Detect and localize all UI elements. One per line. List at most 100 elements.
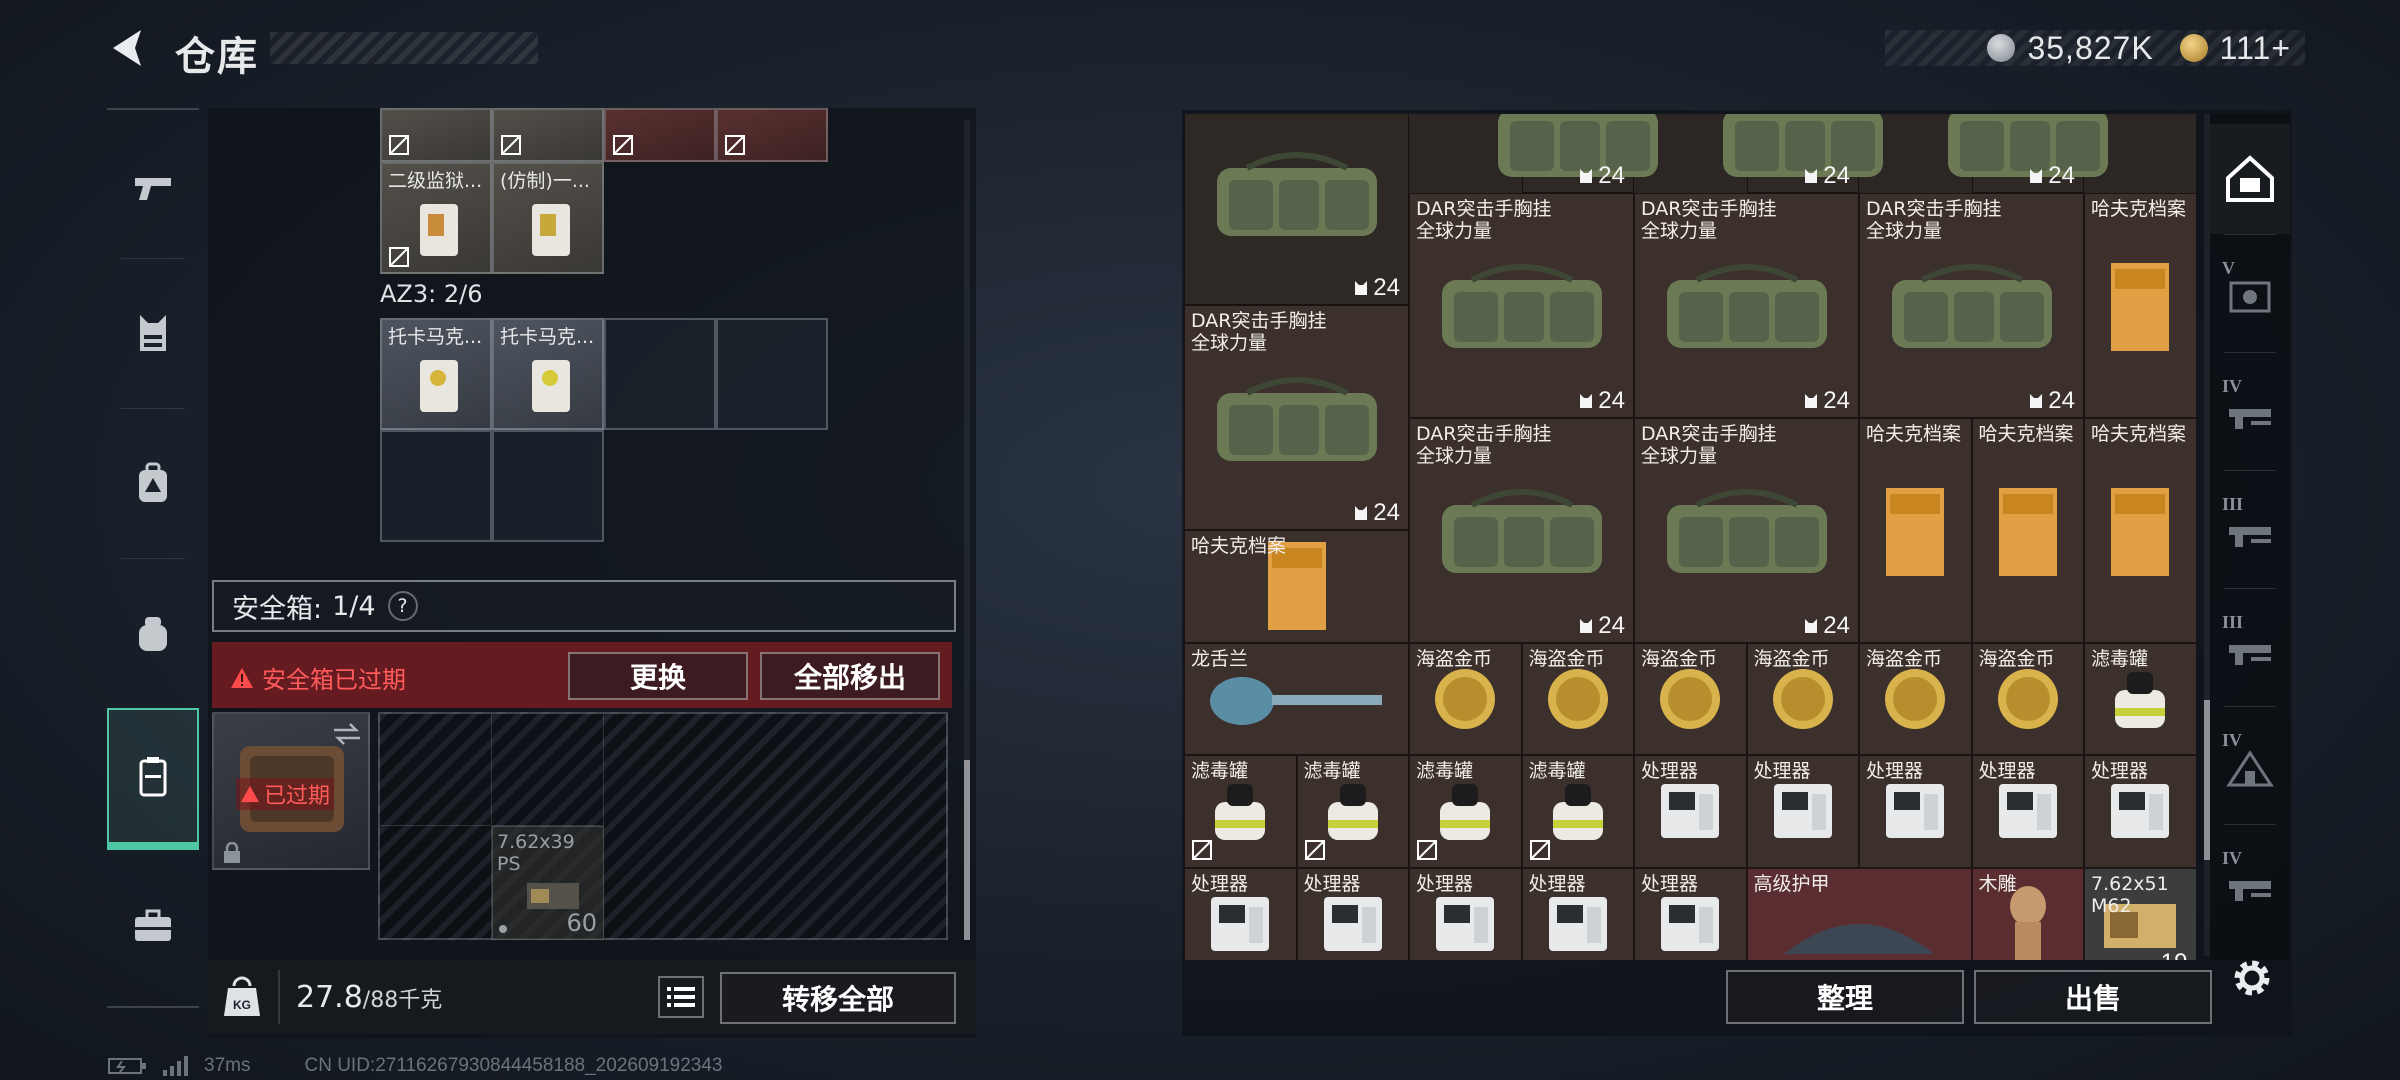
canister-icon	[1207, 776, 1273, 850]
stash-item-cpu[interactable]: 处理器	[1859, 755, 1972, 868]
stash-item-cpu[interactable]: 处理器	[1634, 867, 1747, 960]
bag-icon	[1207, 365, 1387, 479]
organize-button[interactable]: 整理	[1726, 970, 1964, 1024]
gear-slot[interactable]	[492, 108, 604, 162]
empty-slot[interactable]	[380, 430, 492, 542]
stash-item-bag[interactable]: 24	[1497, 114, 1658, 193]
stash-item-cpu[interactable]: 处理器	[1521, 867, 1634, 960]
stash-item-bag[interactable]: DAR突击手胸挂 全球力量 24	[1409, 417, 1634, 643]
item-name: 滤毒罐	[2091, 647, 2149, 670]
help-button[interactable]: ?	[387, 591, 418, 621]
gear-slot[interactable]	[380, 108, 492, 162]
stash-item-bottle[interactable]: 龙舌兰	[1184, 642, 1409, 755]
gear-slot[interactable]: 二级监狱...	[380, 162, 492, 274]
move-all-out-button[interactable]: 全部移出	[760, 652, 940, 700]
stash-item-armor[interactable]: 高级护甲	[1746, 867, 1972, 960]
left-scrollbar-thumb[interactable]	[964, 760, 970, 940]
empty-slot[interactable]	[380, 826, 492, 940]
stash-tab-iv-c[interactable]: IV	[2210, 832, 2290, 942]
stash-item-bag[interactable]: DAR突击手胸挂 全球力量 24	[1634, 417, 1859, 643]
stash-item-cpu[interactable]: 处理器	[1184, 867, 1297, 960]
stash-item-cpu[interactable]: 处理器	[2084, 755, 2196, 868]
stash-tab-iv-a[interactable]: IV	[2210, 360, 2290, 470]
file-icon	[2105, 484, 2175, 584]
transfer-all-button[interactable]: 转移全部	[720, 972, 956, 1024]
list-view-button[interactable]	[658, 976, 704, 1018]
stash-item-bag[interactable]: DAR突击手胸挂 全球力量 24	[1184, 305, 1409, 530]
stash-tab-v[interactable]: V	[2210, 242, 2290, 352]
stash-item-bag[interactable]: DAR突击手胸挂 全球力量 24	[1409, 192, 1634, 418]
stash-item-coin[interactable]: 海盗金币	[1521, 642, 1634, 755]
ammo-slot[interactable]: 7.62x39 PS 60	[492, 826, 604, 940]
gear-slot[interactable]: 托卡马克...	[380, 318, 492, 430]
nav-item-backpack[interactable]	[107, 423, 199, 543]
gear-slot[interactable]	[604, 108, 716, 162]
battery-icon	[108, 1058, 146, 1074]
stash-item-cpu[interactable]: 处理器	[1296, 867, 1409, 960]
safe-box-item[interactable]: 已过期	[212, 712, 370, 870]
safe-box-grid[interactable]: 7.62x39 PS 60	[378, 712, 948, 940]
nav-item-briefcase[interactable]	[107, 866, 199, 986]
stash-item-file[interactable]: 哈夫克档案	[2084, 192, 2196, 418]
stash-item-file[interactable]: 哈夫克档案	[1859, 417, 1972, 643]
stash-item-bag[interactable]: DAR突击手胸挂 全球力量 24	[1634, 192, 1859, 418]
stash-item-canister[interactable]: 滤毒罐	[1521, 755, 1634, 868]
replace-button[interactable]: 更换	[568, 652, 748, 700]
gear-slot[interactable]: 托卡马克...	[492, 318, 604, 430]
stash-item-statue[interactable]: 木雕	[1971, 867, 2084, 960]
stash-tab-iii-a[interactable]: III	[2210, 478, 2290, 588]
back-button[interactable]	[105, 24, 149, 72]
stash-item-cpu[interactable]: 处理器	[1409, 867, 1522, 960]
nav-item-pouch[interactable]	[107, 573, 199, 693]
stash-tab-iv-b[interactable]: IV	[2210, 714, 2290, 824]
stash-item-canister[interactable]: 滤毒罐	[1296, 755, 1409, 868]
cpu-icon	[1655, 889, 1725, 960]
empty-slot[interactable]	[380, 714, 492, 826]
stash-item-ammo[interactable]: 7.62x51 M62 19	[2084, 867, 2196, 960]
stash-item-coin[interactable]: 海盗金币	[1971, 642, 2084, 755]
settings-gear-icon[interactable]	[2226, 952, 2278, 1004]
tab-separator	[2224, 824, 2276, 825]
stash-item-cpu[interactable]: 处理器	[1634, 755, 1747, 868]
stash-item-coin[interactable]: 海盗金币	[1746, 642, 1859, 755]
nav-item-chest-rig[interactable]	[107, 273, 199, 393]
empty-slot[interactable]	[716, 318, 828, 430]
item-name: 哈夫克档案	[1978, 422, 2074, 445]
stash-item-cpu[interactable]: 处理器	[1971, 755, 2084, 868]
swap-icon[interactable]	[332, 722, 362, 746]
stash-item-file[interactable]: 哈夫克档案	[1184, 530, 1409, 643]
stash-item-cpu[interactable]: 处理器	[1746, 755, 1859, 868]
stash-item-bag[interactable]: 24	[1184, 114, 1409, 305]
stash-grid[interactable]: 24 24 24 24 DAR突击手胸挂 全球力量 24 DAR突击手胸挂 全球力量 24 DA…	[1184, 114, 2196, 960]
stash-item-file[interactable]: 哈夫克档案	[2084, 417, 2196, 643]
stash-item-file[interactable]: 哈夫克档案	[1971, 417, 2084, 643]
stash-item-coin[interactable]: 海盗金币	[1409, 642, 1522, 755]
durability-icon	[1580, 393, 1593, 408]
stash-item-bag[interactable]: 24	[1722, 114, 1883, 193]
gear-slot[interactable]: (仿制)一...	[492, 162, 604, 274]
empty-slot[interactable]	[492, 714, 604, 826]
gold-currency-amount[interactable]: 111+	[2220, 30, 2291, 67]
cpu-icon	[1993, 776, 2063, 850]
bag-icon	[1882, 252, 2062, 366]
stash-tab-main[interactable]	[2210, 124, 2290, 234]
stash-item-coin[interactable]: 海盗金币	[1634, 642, 1747, 755]
stash-item-bag[interactable]: DAR突击手胸挂 全球力量 24	[1859, 192, 2084, 418]
stash-tab-iii-b[interactable]: III	[2210, 596, 2290, 706]
nav-item-weapons[interactable]	[107, 128, 199, 248]
locked-icon	[501, 135, 521, 155]
stash-item-canister[interactable]: 滤毒罐	[2084, 642, 2196, 755]
item-name: 滤毒罐	[1191, 760, 1249, 782]
empty-slot[interactable]	[604, 318, 716, 430]
item-count-value: 24	[1823, 611, 1850, 639]
stash-item-bag[interactable]: 24	[1947, 114, 2108, 193]
safe-box-header: 安全箱: 1/4 ?	[212, 580, 956, 632]
stash-item-coin[interactable]: 海盗金币	[1859, 642, 1972, 755]
sell-button[interactable]: 出售	[1974, 970, 2212, 1024]
svg-text:KG: KG	[233, 998, 251, 1012]
empty-slot[interactable]	[492, 430, 604, 542]
stash-item-canister[interactable]: 滤毒罐	[1409, 755, 1522, 868]
gear-slot[interactable]	[716, 108, 828, 162]
stash-item-canister[interactable]: 滤毒罐	[1184, 755, 1297, 868]
nav-item-safe-case[interactable]	[107, 708, 199, 850]
